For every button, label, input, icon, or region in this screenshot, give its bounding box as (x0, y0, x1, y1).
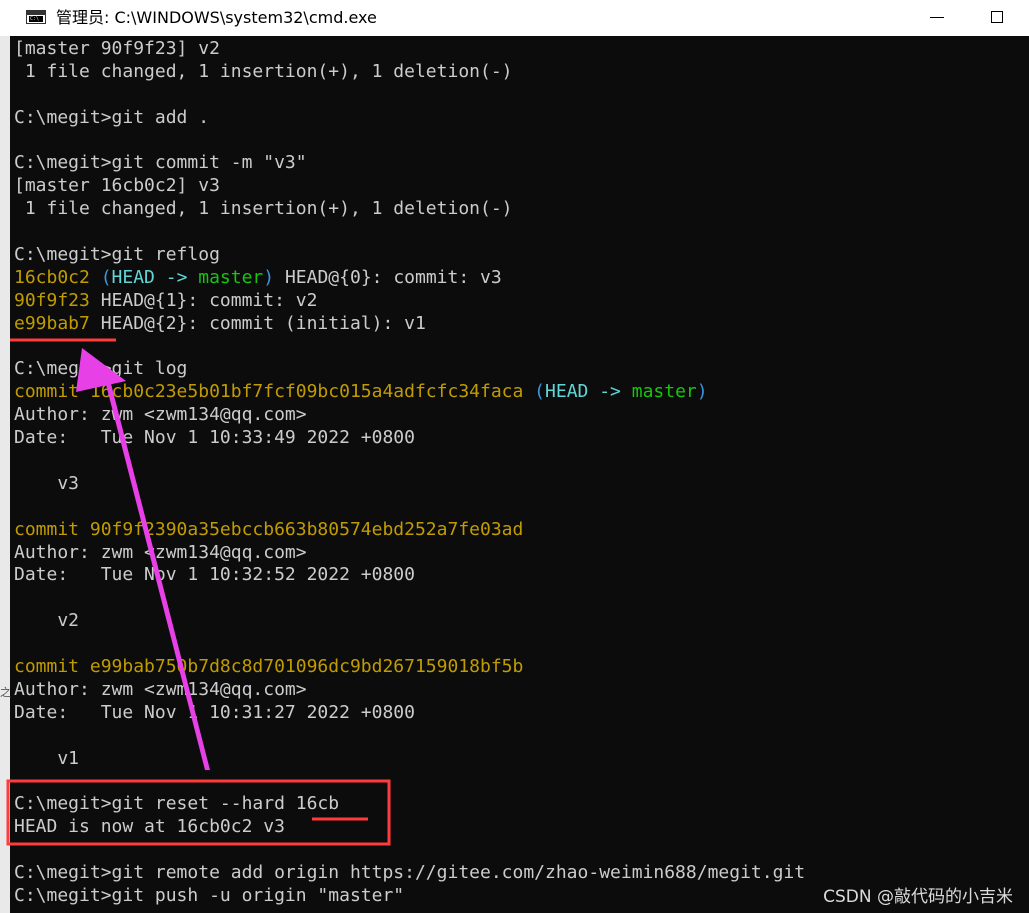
background-window-edge: 才 之 (0, 8, 11, 913)
console-text: C:\megit>git commit -m "v3" (14, 152, 307, 174)
console-line: commit 16cb0c23e5b01bf7fcf09bc015a4adfcf… (14, 381, 1019, 404)
maximize-button[interactable] (975, 0, 1021, 36)
console-line: Date: Tue Nov 1 10:32:52 2022 +0800 (14, 564, 1019, 587)
console-text: commit 90f9f2390a35ebccb663b80574ebd252a… (14, 518, 524, 540)
console-text: Author: zwm <zwm134@qq.com> (14, 404, 307, 426)
console-line: C:\megit>git add . (14, 107, 1019, 130)
console-text: [master 16cb0c2] v3 (14, 175, 220, 197)
console-line: v1 (14, 748, 1019, 771)
console-line: C:\megit>git reflog (14, 244, 1019, 267)
console-line: Author: zwm <zwm134@qq.com> (14, 404, 1019, 427)
console-line: 1 file changed, 1 insertion(+), 1 deleti… (14, 198, 1019, 221)
console-text: ( (523, 381, 546, 403)
console-line: C:\megit>git log (14, 358, 1019, 381)
console-text: HEAD -> (111, 266, 199, 288)
console-text: 16cb0c2 (14, 266, 90, 288)
console-line: v3 (14, 473, 1019, 496)
console-line: C:\megit>git reset --hard 16cb (14, 793, 1019, 816)
console-line: Date: Tue Nov 1 10:31:27 2022 +0800 (14, 702, 1019, 725)
console-text: ( (89, 266, 112, 288)
cmd-icon-bar (27, 11, 45, 15)
console-text: Date: Tue Nov 1 10:31:27 2022 +0800 (14, 701, 415, 723)
console-line: Author: zwm <zwm134@qq.com> (14, 542, 1019, 565)
window-title: 管理员: C:\WINDOWS\system32\cmd.exe (56, 8, 377, 27)
console-line: commit e99bab750b7d8c8d701096dc9bd267159… (14, 656, 1019, 679)
console-line: 16cb0c2 (HEAD -> master) HEAD@{0}: commi… (14, 267, 1019, 290)
console-text: Date: Tue Nov 1 10:32:52 2022 +0800 (14, 564, 415, 586)
console-text: v3 (14, 472, 80, 494)
edge-glyph-2: 之 (0, 686, 11, 699)
console-line: 1 file changed, 1 insertion(+), 1 deleti… (14, 61, 1019, 84)
console-text: Author: zwm <zwm134@qq.com> (14, 678, 307, 700)
console-text: 1 file changed, 1 insertion(+), 1 deleti… (14, 198, 513, 220)
console-text: master (631, 381, 697, 403)
console-text: commit e99bab750b7d8c8d701096dc9bd267159… (14, 656, 524, 678)
console-line: HEAD is now at 16cb0c2 v3 (14, 816, 1019, 839)
console-text: ) (263, 266, 275, 288)
console-line: Date: Tue Nov 1 10:33:49 2022 +0800 (14, 427, 1019, 450)
cmd-icon-screen: C:\ (29, 16, 43, 22)
console-text: [master 90f9f23] v2 (14, 38, 220, 59)
console-text: HEAD@{0}: commit: v3 (274, 266, 502, 288)
console-text: v2 (14, 610, 80, 632)
console-text: v1 (14, 747, 80, 769)
console-line: [master 16cb0c2] v3 (14, 175, 1019, 198)
console-line: C:\megit>git commit -m "v3" (14, 152, 1019, 175)
console-text: Date: Tue Nov 1 10:33:49 2022 +0800 (14, 427, 415, 449)
console-output[interactable]: [master 90f9f23] v2 1 file changed, 1 in… (14, 38, 1019, 913)
cmd-icon: C:\ (26, 10, 46, 24)
console-line: 90f9f23 HEAD@{1}: commit: v2 (14, 290, 1019, 313)
console-line: v2 (14, 610, 1019, 633)
console-text: 90f9f23 (14, 289, 90, 311)
console-text: C:\megit>git log (14, 358, 188, 380)
csdn-watermark: CSDN @敲代码的小吉米 (823, 887, 1013, 907)
console-text: C:\megit>git add . (14, 106, 210, 128)
console-text: C:\megit>git push -u origin "master" (14, 884, 405, 906)
console-text: Author: zwm <zwm134@qq.com> (14, 541, 307, 563)
console-text: HEAD -> (545, 381, 632, 403)
console-text: C:\megit>git reflog (14, 244, 220, 266)
console-text: HEAD@{1}: commit: v2 (89, 289, 318, 311)
title-bar[interactable]: C:\ 管理员: C:\WINDOWS\system32\cmd.exe (0, 0, 1029, 36)
console-text: master (198, 266, 264, 288)
console-text: HEAD@{2}: commit (initial): v1 (89, 312, 426, 334)
minimize-button[interactable] (914, 0, 960, 36)
console-text: ) (696, 381, 708, 403)
console-line: [master 90f9f23] v2 (14, 38, 1019, 61)
console-text: C:\megit>git reset --hard 16cb (14, 793, 340, 815)
console-text: HEAD is now at 16cb0c2 v3 (14, 816, 285, 838)
console-line: commit 90f9f2390a35ebccb663b80574ebd252a… (14, 519, 1019, 542)
console-text: C:\megit>git remote add origin https://g… (14, 862, 806, 884)
console-text: 1 file changed, 1 insertion(+), 1 deleti… (14, 60, 513, 82)
console-line: e99bab7 HEAD@{2}: commit (initial): v1 (14, 313, 1019, 336)
minimize-icon (930, 17, 944, 18)
console-text: commit 16cb0c23e5b01bf7fcf09bc015a4adfcf… (14, 381, 524, 403)
maximize-icon (991, 11, 1003, 23)
cmd-window: C:\ 管理员: C:\WINDOWS\system32\cmd.exe 才 之… (0, 0, 1029, 913)
console-line: Author: zwm <zwm134@qq.com> (14, 679, 1019, 702)
console-text: e99bab7 (14, 312, 90, 334)
